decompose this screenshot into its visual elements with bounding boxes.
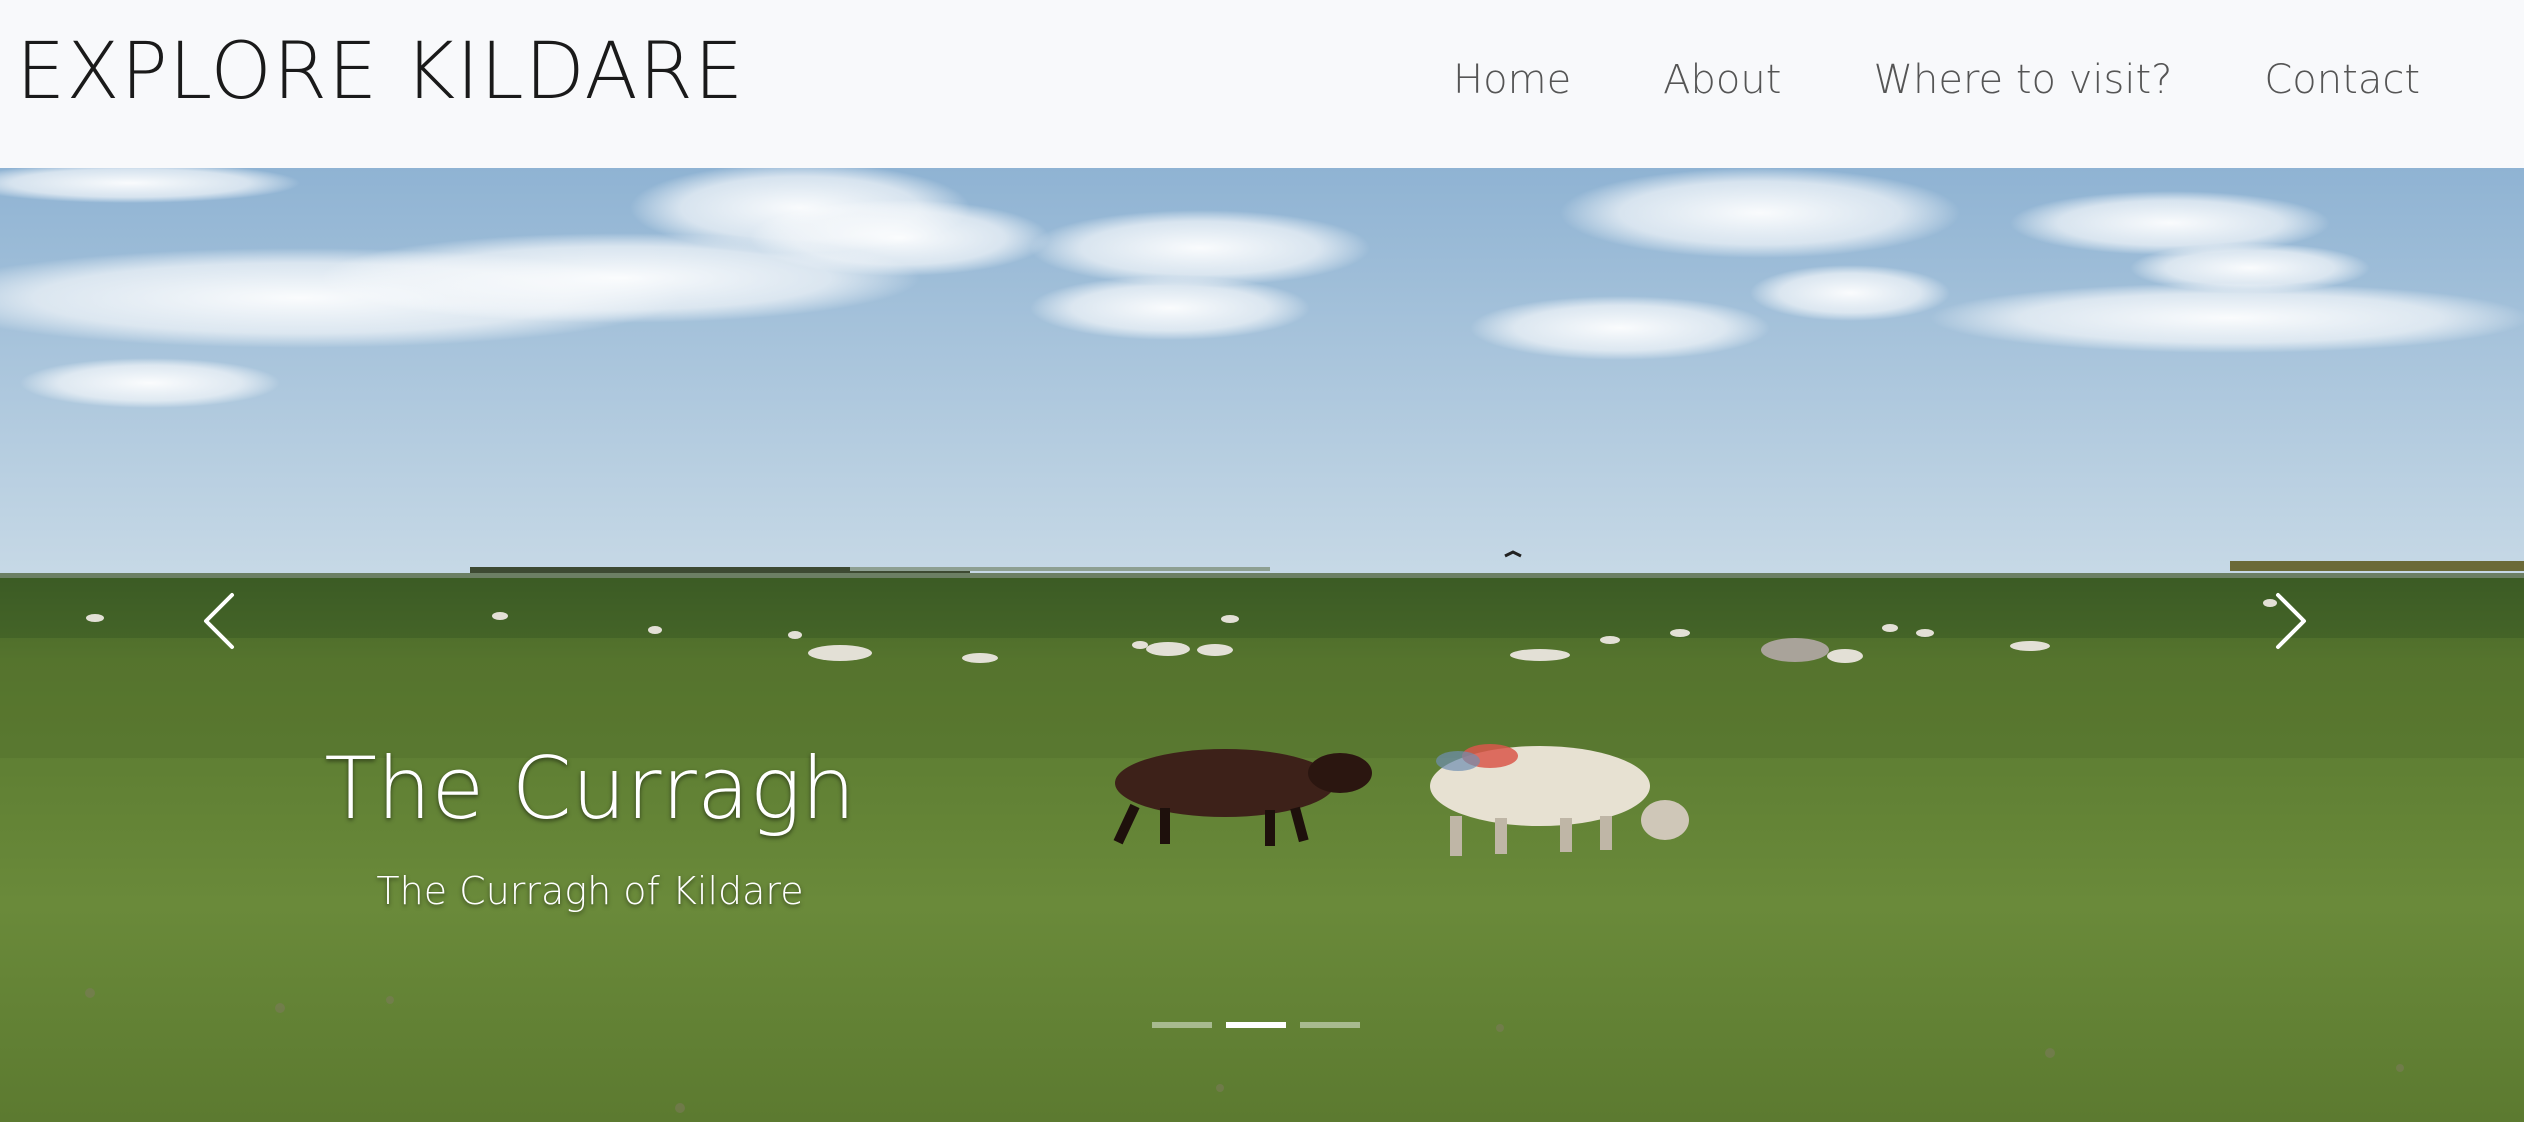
carousel-indicators bbox=[1152, 1022, 1360, 1028]
carousel-indicator-3[interactable] bbox=[1300, 1022, 1360, 1028]
hero-carousel: The Curragh The Curragh of Kildare bbox=[0, 168, 2524, 1122]
slide-caption-title: The Curragh bbox=[324, 739, 856, 839]
nav-contact-link[interactable]: Contact bbox=[2264, 56, 2420, 104]
page: EXPLORE KILDARE Home About Where to visi… bbox=[0, 0, 2524, 1122]
nav-where-to-visit-link[interactable]: Where to visit? bbox=[1873, 56, 2172, 104]
carousel-next-button[interactable] bbox=[2245, 576, 2335, 666]
main-nav: Home About Where to visit? Contact bbox=[1453, 56, 2420, 104]
navbar: EXPLORE KILDARE Home About Where to visi… bbox=[0, 0, 2524, 169]
carousel-indicator-1[interactable] bbox=[1152, 1022, 1212, 1028]
slide-caption-subtitle: The Curragh of Kildare bbox=[376, 869, 804, 914]
nav-about-link[interactable]: About bbox=[1663, 56, 1781, 104]
chevron-right-icon bbox=[2276, 593, 2306, 649]
chevron-left-icon bbox=[204, 593, 234, 649]
slide-image bbox=[0, 168, 2524, 1122]
brand-logo[interactable]: EXPLORE KILDARE bbox=[16, 26, 744, 120]
slide-caption: The Curragh The Curragh of Kildare bbox=[290, 738, 890, 915]
carousel-prev-button[interactable] bbox=[175, 576, 265, 666]
carousel-indicator-2[interactable] bbox=[1226, 1022, 1286, 1028]
nav-home-link[interactable]: Home bbox=[1453, 56, 1571, 104]
